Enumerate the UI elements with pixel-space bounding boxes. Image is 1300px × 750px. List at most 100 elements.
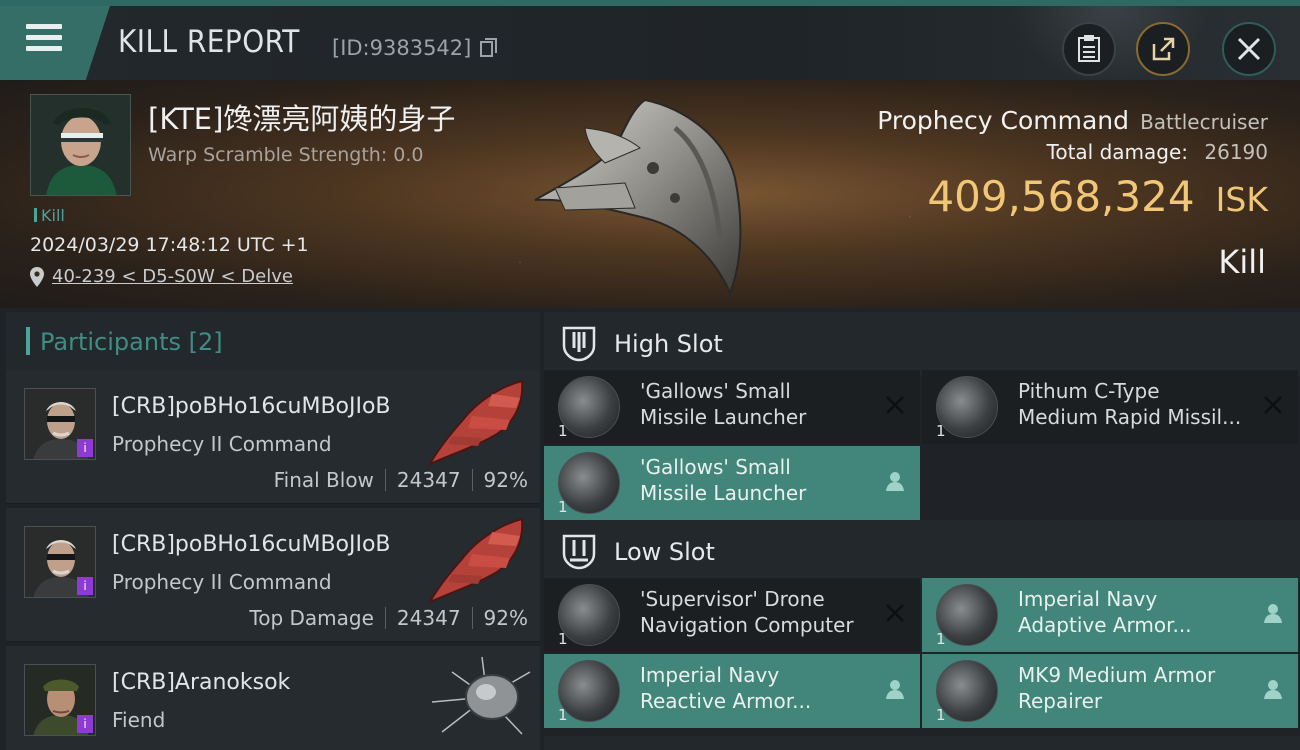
participant-ship: Fiend — [112, 708, 166, 732]
isk-unit: ISK — [1215, 180, 1268, 219]
participant-percent: 92% — [483, 606, 528, 630]
module-quantity: 1 — [936, 630, 946, 648]
total-damage-label: Total damage: — [1046, 140, 1189, 164]
module-item[interactable]: 1 'Gallows' Small Missile Launcher — [544, 370, 920, 444]
participant-portrait: i — [24, 526, 96, 598]
dropped-icon — [1264, 604, 1282, 623]
module-quantity: 1 — [558, 706, 568, 724]
participant-ship-image — [427, 517, 524, 604]
module-name-line1: MK9 Medium Armor — [1018, 663, 1216, 687]
dropped-icon — [886, 680, 904, 699]
participant-stats: Top Damage 24347 92% — [249, 606, 528, 630]
participant-portrait: i — [24, 664, 96, 736]
participant-ship: Prophecy II Command — [112, 570, 332, 594]
module-name: 'Gallows' Small Missile Launcher — [640, 378, 880, 430]
ship-class: Battlecruiser — [1140, 110, 1268, 134]
module-name-line2: Medium Rapid Missil... — [1018, 405, 1242, 429]
participant-badge-icon: i — [77, 439, 93, 457]
destroyed-icon — [1264, 396, 1282, 414]
copy-icon[interactable] — [480, 38, 498, 58]
participant-name[interactable]: [CRB]poBHo16cuMBoJIoB — [112, 532, 391, 557]
module-quantity: 1 — [558, 422, 568, 440]
module-name-line1: Imperial Navy — [1018, 587, 1158, 611]
module-name-line1: Imperial Navy — [640, 663, 780, 687]
module-name-line2: Missile Launcher — [640, 405, 807, 429]
share-icon — [1152, 37, 1175, 61]
module-name-line2: Reactive Armor... — [640, 689, 812, 713]
share-button[interactable] — [1136, 22, 1190, 76]
module-name: 'Gallows' Small Missile Launcher — [640, 454, 880, 506]
next-slot-header — [544, 736, 1300, 750]
pilot-portrait-image — [31, 95, 130, 195]
participant-badge-icon: i — [77, 577, 93, 595]
module-name: Pithum C-Type Medium Rapid Missil... — [1018, 378, 1258, 430]
participant-row[interactable]: i [CRB]Aranoksok Fiend — [6, 646, 540, 750]
participant-percent: 92% — [483, 468, 528, 492]
participant-role: Final Blow — [273, 468, 374, 492]
participant-name[interactable]: [CRB]poBHo16cuMBoJIoB — [112, 394, 391, 419]
participant-ship-image — [427, 379, 524, 466]
module-item[interactable]: 1 Imperial Navy Adaptive Armor... — [922, 578, 1298, 652]
module-name: Imperial Navy Reactive Armor... — [640, 662, 880, 714]
module-name-line1: 'Gallows' Small — [640, 455, 791, 479]
fitting-panel: High Slot 1 'Gallows' Small Missile Laun… — [542, 308, 1300, 750]
victim-ship-image — [534, 98, 742, 296]
menu-button[interactable] — [0, 6, 110, 80]
menu-icon — [26, 24, 62, 54]
victim-name[interactable]: [KTE]馋漂亮阿姨的身子 — [148, 96, 455, 138]
top-bar: KILL REPORT [ID:9383542] — [0, 0, 1300, 86]
participant-row[interactable]: i [CRB]poBHo16cuMBoJIoB Prophecy II Comm… — [6, 508, 540, 642]
low-slot-title: Low Slot — [614, 538, 715, 566]
participant-badge-icon: i — [77, 715, 93, 733]
high-slot-icon — [562, 326, 596, 362]
module-item[interactable]: 1 Imperial Navy Reactive Armor... — [544, 654, 920, 728]
kill-id: [ID:9383542] — [332, 36, 498, 60]
total-damage-line: Total damage: 26190 — [1047, 140, 1268, 164]
participant-ship-image — [431, 656, 531, 735]
module-name-line2: Navigation Computer — [640, 613, 854, 637]
participant-stats: Final Blow 24347 92% — [274, 468, 528, 492]
clipboard-button[interactable] — [1062, 22, 1116, 76]
module-quantity: 1 — [936, 422, 946, 440]
module-item[interactable]: 1 Pithum C-Type Medium Rapid Missil... — [922, 370, 1298, 444]
victim-portrait[interactable] — [30, 94, 131, 196]
module-quantity: 1 — [936, 706, 946, 724]
warp-scramble-strength: Warp Scramble Strength: 0.0 — [148, 144, 424, 166]
module-item[interactable]: 1 MK9 Medium Armor Repairer — [922, 654, 1298, 728]
kill-timestamp: 2024/03/29 17:48:12 UTC +1 — [30, 234, 309, 256]
module-name-line1: Pithum C-Type — [1018, 379, 1160, 403]
total-damage-value: 26190 — [1204, 140, 1268, 164]
module-quantity: 1 — [558, 630, 568, 648]
module-item[interactable]: 1 'Supervisor' Drone Navigation Computer — [544, 578, 920, 652]
participant-damage: 24347 — [396, 468, 461, 492]
module-name-line1: 'Gallows' Small — [640, 379, 791, 403]
close-button[interactable] — [1222, 22, 1276, 76]
ship-name[interactable]: Prophecy Command — [877, 106, 1129, 135]
dropped-icon — [1264, 680, 1282, 699]
module-name: 'Supervisor' Drone Navigation Computer — [640, 586, 880, 638]
module-name: MK9 Medium Armor Repairer — [1018, 662, 1258, 714]
location-pin-icon — [30, 266, 44, 287]
participants-header: Participants [2] — [6, 312, 540, 370]
module-name-line2: Adaptive Armor... — [1018, 613, 1192, 637]
close-icon — [1237, 37, 1261, 61]
page-title: KILL REPORT — [118, 24, 300, 60]
kill-location[interactable]: 40-239 < D5-S0W < Delve — [30, 266, 293, 287]
module-name: Imperial Navy Adaptive Armor... — [1018, 586, 1258, 638]
participant-portrait: i — [24, 388, 96, 460]
participant-ship: Prophecy II Command — [112, 432, 332, 456]
participant-damage: 24347 — [396, 606, 461, 630]
victim-ship-line: Prophecy Command Battlecruiser — [877, 106, 1268, 135]
module-name-line2: Missile Launcher — [640, 481, 807, 505]
participants-title: Participants [2] — [40, 328, 223, 356]
destroyed-icon — [886, 396, 904, 414]
module-quantity: 1 — [558, 498, 568, 516]
dropped-icon — [886, 472, 904, 491]
participant-name[interactable]: [CRB]Aranoksok — [112, 670, 290, 695]
module-item[interactable]: 1 'Gallows' Small Missile Launcher — [544, 446, 920, 520]
location-link[interactable]: 40-239 < D5-S0W < Delve — [52, 266, 293, 287]
clipboard-icon — [1078, 35, 1100, 62]
participant-row[interactable]: i [CRB]poBHo16cuMBoJIoB Prophecy II Comm… — [6, 370, 540, 504]
isk-value-line: 409,568,324 ISK — [927, 172, 1268, 221]
kill-banner: [KTE]馋漂亮阿姨的身子 Warp Scramble Strength: 0.… — [0, 80, 1300, 308]
